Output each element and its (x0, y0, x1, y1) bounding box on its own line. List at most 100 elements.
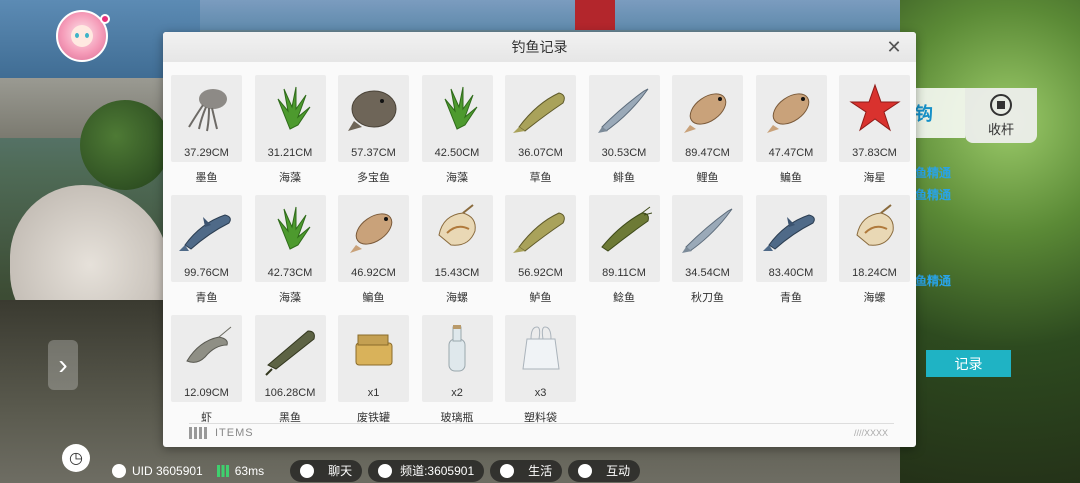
ping-text: 63ms (234, 463, 265, 478)
catch-item[interactable]: 47.47CM 鳊鱼 (755, 75, 827, 185)
trees (900, 0, 1080, 483)
catch-tile[interactable]: x1 (338, 315, 409, 402)
log-line: 鱼精通 (915, 166, 952, 180)
catch-item[interactable]: x1 废铁罐 (338, 315, 409, 425)
catch-tile[interactable]: 42.73CM (254, 195, 326, 282)
grass-carp-icon (511, 79, 571, 139)
catch-size: 42.73CM (267, 267, 313, 279)
hammer-icon (500, 463, 515, 478)
clock-icon[interactable]: ◷ (62, 444, 90, 472)
bream-icon (344, 199, 404, 259)
interact-button[interactable]: 互动 (568, 459, 641, 482)
life-button[interactable]: 生活 (490, 459, 563, 482)
stop-icon (990, 93, 1012, 116)
black-carp-icon (761, 199, 821, 259)
carp-icon (678, 79, 738, 139)
catch-size: x1 (367, 387, 380, 399)
catch-tile[interactable]: 12.09CM (171, 315, 242, 402)
catch-item[interactable]: 37.83CM 海星 (839, 75, 910, 185)
catch-tile[interactable]: 89.47CM (672, 75, 743, 162)
avatar-face-icon (71, 25, 93, 47)
catch-tile[interactable]: 31.21CM (254, 75, 326, 162)
catch-item[interactable]: 12.09CM 虾 (171, 315, 242, 425)
catch-tile[interactable]: 15.43CM (421, 195, 493, 282)
catch-tile[interactable]: x2 (421, 315, 493, 402)
catch-item[interactable]: 89.11CM 鲶鱼 (588, 195, 660, 305)
catch-size: 56.92CM (518, 267, 563, 279)
catch-size: 15.43CM (434, 267, 480, 279)
catch-tile[interactable]: 47.47CM (755, 75, 827, 162)
catch-tile[interactable]: x3 (505, 315, 576, 402)
seaweed-icon (260, 199, 320, 259)
items-logo-text: ITEMS (215, 426, 254, 439)
catch-item[interactable]: 34.54CM 秋刀鱼 (672, 195, 743, 305)
catch-tile[interactable]: 89.11CM (588, 195, 660, 282)
catch-size: 89.47CM (685, 147, 730, 159)
catch-item[interactable]: 37.29CM 墨鱼 (171, 75, 242, 185)
reel-in-button[interactable]: 收杆 (965, 88, 1037, 143)
catch-item[interactable]: 56.92CM 鲈鱼 (505, 195, 576, 305)
bream-icon (761, 79, 821, 139)
catch-item[interactable]: 36.07CM 草鱼 (505, 75, 576, 185)
catch-item[interactable]: 18.24CM 海螺 (839, 195, 910, 305)
catch-tile[interactable]: 56.92CM (505, 195, 576, 282)
channel-icon (378, 463, 393, 478)
catch-tile[interactable]: 34.54CM (672, 195, 743, 282)
catch-size: 37.29CM (184, 147, 229, 159)
catch-name: 鳊鱼 (780, 172, 802, 184)
catch-size: 34.54CM (685, 267, 730, 279)
chat-button[interactable]: 聊天 (290, 459, 363, 482)
catch-item[interactable]: 89.47CM 鲤鱼 (672, 75, 743, 185)
catch-name: 海螺 (446, 292, 468, 304)
chevron-right-icon[interactable]: › (48, 340, 78, 390)
catch-tile[interactable]: 18.24CM (839, 195, 910, 282)
catch-item[interactable]: x3 塑料袋 (505, 315, 576, 425)
items-logo-mark-icon (189, 426, 207, 439)
catch-tile[interactable]: 99.76CM (171, 195, 242, 282)
plastic-bag-icon (511, 319, 571, 379)
ping-display: 63ms (216, 463, 265, 478)
catch-item[interactable]: 31.21CM 海藻 (254, 75, 326, 185)
catch-tile[interactable]: 106.28CM (254, 315, 326, 402)
catch-size: 36.07CM (518, 147, 563, 159)
glass-bottle-icon (427, 319, 487, 379)
channel-button[interactable]: 频道:3605901 (368, 459, 485, 482)
catch-tile[interactable]: 37.29CM (171, 75, 242, 162)
interact-label: 互动 (606, 464, 631, 478)
catch-name: 鲤鱼 (696, 172, 719, 184)
catch-name: 鲈鱼 (529, 292, 552, 304)
shrimp-icon (177, 319, 237, 379)
catch-tile[interactable]: 57.37CM (338, 75, 409, 162)
catch-size: 18.24CM (852, 267, 897, 279)
catch-name: 鲱鱼 (613, 172, 635, 184)
catch-size: 47.47CM (768, 147, 814, 159)
catch-tile[interactable]: 30.53CM (588, 75, 660, 162)
catfish-icon (594, 199, 654, 259)
catch-item[interactable]: 106.28CM 黑鱼 (254, 315, 326, 425)
catch-item[interactable]: 83.40CM 青鱼 (755, 195, 827, 305)
catch-item[interactable]: 15.43CM 海螺 (421, 195, 493, 305)
record-button[interactable]: 记录 (926, 350, 1011, 377)
catch-item[interactable]: x2 玻璃瓶 (421, 315, 493, 425)
catch-item[interactable]: 99.76CM 青鱼 (171, 195, 242, 305)
catch-tile[interactable]: 36.07CM (505, 75, 576, 162)
catch-item[interactable]: 42.73CM 海藻 (254, 195, 326, 305)
catch-size: 89.11CM (602, 267, 646, 279)
catch-tile[interactable]: 42.50CM (421, 75, 493, 162)
catch-item[interactable]: 42.50CM 海藻 (421, 75, 493, 185)
catch-tile[interactable]: 46.92CM (338, 195, 409, 282)
catch-tile[interactable]: 37.83CM (839, 75, 910, 162)
catch-item[interactable]: 30.53CM 鲱鱼 (588, 75, 660, 185)
catch-item[interactable]: 46.92CM 鳊鱼 (338, 195, 409, 305)
catch-size: 57.37CM (351, 147, 396, 159)
catch-name: 多宝鱼 (357, 172, 390, 184)
catch-size: 46.92CM (351, 267, 396, 279)
close-icon[interactable]: ✕ (884, 37, 904, 57)
snakehead-icon (260, 319, 320, 379)
saury-icon (678, 199, 738, 259)
uid-display: UID 3605901 (112, 463, 203, 478)
catch-item[interactable]: 57.37CM 多宝鱼 (338, 75, 409, 185)
catch-tile[interactable]: 83.40CM (755, 195, 827, 282)
reel-in-label: 收杆 (987, 121, 1014, 137)
user-icon (112, 463, 126, 478)
